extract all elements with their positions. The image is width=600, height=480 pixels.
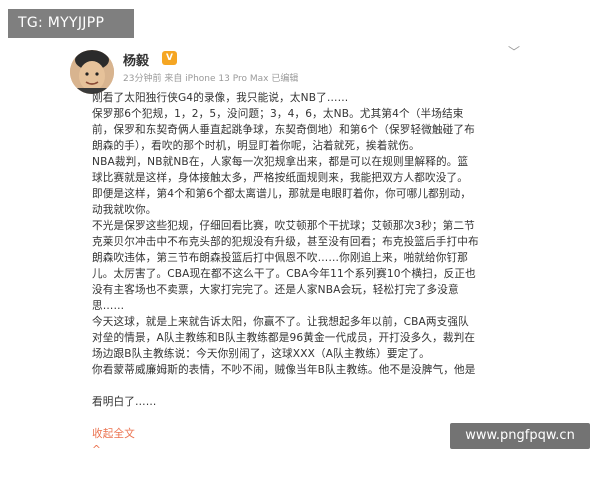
post-paragraph: 保罗那6个犯规，1，2，5，没问题；3，4，6，太NB。尤其第4个（半场结束 前… [92, 108, 475, 152]
collapse-label: 收起全文 [92, 428, 135, 440]
post-body: 刚看了太阳独行侠G4的录像，我只能说，太NB了…… 保罗那6个犯规，1，2，5，… [92, 90, 542, 474]
post-meta: 23分钟前 来自 iPhone 13 Pro Max 已编辑 [123, 74, 299, 84]
chevron-down-icon[interactable]: ﹀ [508, 46, 520, 58]
post-paragraph: 刚看了太阳独行侠G4的录像，我只能说，太NB了…… [92, 92, 349, 104]
post-paragraph: 你看蒙蒂威廉姆斯的表情，不吵不闹，贼像当年B队主教练。他不是没脾气，他是 [92, 364, 476, 376]
post-paragraph: 今天这球，就是上来就告诉太阳，你赢不了。让我想起多年以前，CBA两支强队 对垒的… [92, 316, 476, 360]
author-name[interactable]: 杨毅 [123, 50, 149, 69]
site-watermark: www.pngfpqw.cn [450, 423, 590, 449]
post-paragraph: NBA裁判，NB就NB在，人家每一次犯规拿出来，都是可以在规则里解释的。篮 球比… [92, 156, 472, 216]
collapse-button[interactable]: 收起全文 ^ [92, 428, 135, 456]
verified-badge-icon: V [162, 51, 177, 65]
post-tail-text: 看明白了…… [92, 396, 157, 408]
telegram-tag-label: TG: MYYJJPP [8, 9, 134, 38]
avatar-portrait [70, 50, 114, 94]
post-paragraph: 不光是保罗这些犯规，仔细回看比赛，吹艾顿那个干扰球；艾顿那次3秒；第二节 克莱贝… [92, 220, 479, 312]
chevron-up-icon: ^ [92, 444, 102, 456]
avatar[interactable] [70, 50, 114, 94]
